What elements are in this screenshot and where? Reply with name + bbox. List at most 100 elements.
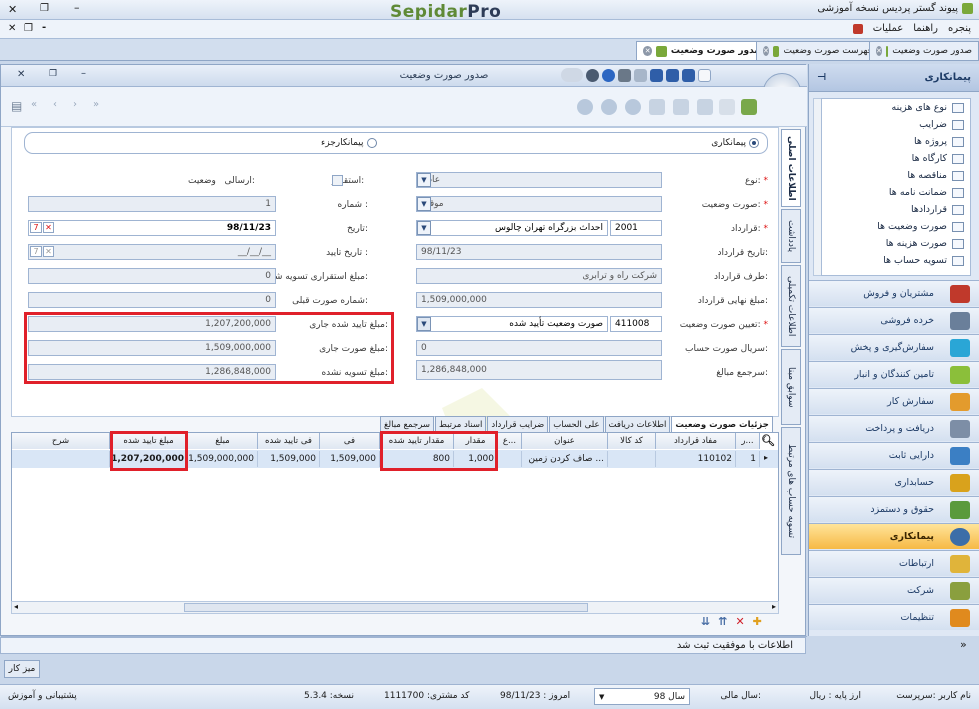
grid-search-icon[interactable]: 🔍︎ bbox=[761, 434, 775, 447]
move-up-icon[interactable]: ⇈ bbox=[718, 615, 727, 628]
clear-date-icon[interactable]: ✕ bbox=[43, 222, 54, 233]
col-item-code[interactable]: کد کالا bbox=[608, 433, 656, 449]
window-close-icon[interactable]: ✕ bbox=[17, 69, 25, 80]
cell-item-code[interactable] bbox=[608, 451, 656, 467]
cell-approved-price[interactable]: 1,509,000 bbox=[258, 451, 320, 467]
tab-receipt-info[interactable]: اطلاعات دریافت bbox=[604, 416, 671, 432]
tab-related-settlements[interactable]: تسویه حساب های مرتبط bbox=[781, 427, 801, 555]
stable-checkbox[interactable] bbox=[332, 175, 343, 186]
nav-company[interactable]: شرکت bbox=[809, 577, 979, 603]
tab-contract-coefficients[interactable]: ضرایب قرارداد bbox=[487, 416, 549, 432]
calendar-icon[interactable]: 7 bbox=[30, 222, 42, 233]
restore-icon[interactable]: ❐ bbox=[40, 3, 49, 14]
tab-close-icon[interactable]: ✕ bbox=[643, 46, 653, 56]
contract-name-field[interactable]: احداث بزرگراه تهران چالوس bbox=[416, 220, 608, 236]
new-icon[interactable] bbox=[698, 68, 711, 82]
support-link[interactable]: پشتیبانی و آموزش bbox=[8, 691, 77, 701]
tree-item-tenders[interactable]: مناقصه ها bbox=[822, 167, 970, 184]
scroll-left-icon[interactable]: ◂ bbox=[14, 602, 18, 611]
tab-sum-amounts[interactable]: سرجمع مبالغ bbox=[380, 416, 435, 432]
nav-contracting[interactable]: پیمانکاری bbox=[809, 523, 979, 549]
tree-item-cost-types[interactable]: نوع های هزینه bbox=[822, 99, 970, 116]
tree-item-coefficients[interactable]: ضرایب bbox=[822, 116, 970, 133]
status-dropdown-icon[interactable]: ▼ bbox=[417, 197, 431, 211]
col-unit[interactable]: ع... bbox=[498, 433, 522, 449]
nav-payroll[interactable]: حقوق و دستمزد bbox=[809, 496, 979, 522]
radio-subcontracting[interactable]: پیمانکارجزء bbox=[321, 138, 377, 148]
nav-accounting[interactable]: حسابداری bbox=[809, 469, 979, 495]
approve-icon[interactable] bbox=[741, 99, 757, 115]
tab-related-docs[interactable]: اسناد مرتبط bbox=[435, 416, 487, 432]
nav-fixed-assets[interactable]: دارایی ثابت bbox=[809, 442, 979, 468]
save-icon[interactable] bbox=[650, 68, 663, 82]
confirm-date-field[interactable]: __/__/__ bbox=[28, 244, 276, 260]
window-restore-icon[interactable]: ❐ bbox=[49, 69, 57, 79]
action-icon-1[interactable] bbox=[577, 99, 593, 115]
doc-tab-issue[interactable]: ✕ صدور صورت وضعیت bbox=[869, 41, 979, 60]
fiscal-year-select[interactable]: ▼ سال 98 bbox=[594, 688, 690, 705]
next-record-icon[interactable]: › bbox=[73, 99, 77, 110]
status-field[interactable]: موقت bbox=[416, 196, 662, 212]
window-minimize-icon[interactable]: – bbox=[81, 68, 86, 79]
nav-communications[interactable]: ارتباطات bbox=[809, 550, 979, 576]
first-record-icon[interactable]: « bbox=[31, 99, 37, 110]
desktop-tab[interactable]: میز کار bbox=[4, 660, 40, 678]
cell-contract-item[interactable]: 110102 bbox=[656, 451, 736, 467]
menu-window[interactable]: پنجره bbox=[948, 23, 971, 34]
radio-dot-on[interactable] bbox=[749, 138, 759, 148]
nav-customers-sales[interactable]: مشتریان و فروش bbox=[809, 280, 979, 306]
col-approved-price[interactable]: فی تایید شده bbox=[258, 433, 320, 449]
add-row-icon[interactable]: ✚ bbox=[753, 615, 762, 628]
tab-main-info[interactable]: اطلاعات اصلی bbox=[781, 129, 801, 207]
tab-base-history[interactable]: سوابق مبنا bbox=[781, 349, 801, 425]
mdi-close-icon[interactable]: ✕ bbox=[8, 23, 16, 34]
calendar-icon[interactable]: 7 bbox=[30, 246, 42, 257]
minimize-icon[interactable]: – bbox=[74, 1, 80, 14]
nav-order-distribution[interactable]: سفارش‌گیری و پخش bbox=[809, 334, 979, 360]
expand-icon[interactable]: » bbox=[960, 638, 967, 651]
col-price[interactable]: فی bbox=[320, 433, 380, 449]
scroll-thumb[interactable] bbox=[184, 603, 588, 612]
options-icon[interactable] bbox=[586, 68, 599, 82]
tree-item-settlements[interactable]: تسویه حساب ها bbox=[822, 252, 970, 269]
tree-item-workshops[interactable]: کارگاه ها bbox=[822, 150, 970, 167]
help-icon[interactable] bbox=[602, 68, 615, 82]
action-icon-3[interactable] bbox=[625, 99, 641, 115]
determine-name-field[interactable]: صورت وضعیت تأیید شده bbox=[416, 316, 608, 332]
tab-extra-info[interactable]: اطلاعات تکمیلی bbox=[781, 265, 801, 347]
scroll-right-icon[interactable]: ▸ bbox=[772, 602, 776, 611]
type-field[interactable]: عادی bbox=[416, 172, 662, 188]
doc-tab-issue-active[interactable]: ✕ صدور صورت وضعیت bbox=[636, 41, 770, 60]
contract-dropdown-icon[interactable]: ▼ bbox=[417, 221, 431, 235]
cell-amount[interactable]: 1,509,000,000 bbox=[188, 451, 258, 467]
mdi-minimize-icon[interactable]: - bbox=[42, 22, 46, 33]
col-contract-item[interactable]: مفاد قرارداد bbox=[656, 433, 736, 449]
doc-tab-list[interactable]: ✕ فهرست صورت وضعیت bbox=[756, 41, 879, 60]
action-icon-6[interactable] bbox=[697, 99, 713, 115]
type-dropdown-icon[interactable]: ▼ bbox=[417, 173, 431, 187]
tab-notes[interactable]: یادداشت bbox=[781, 209, 801, 263]
nav-receipts-payments[interactable]: دریافت و پرداخت bbox=[809, 415, 979, 441]
nav-work-orders[interactable]: سفارش کار bbox=[809, 388, 979, 414]
col-amount[interactable]: مبلغ bbox=[188, 433, 258, 449]
tree-item-projects[interactable]: پروژه ها bbox=[822, 133, 970, 150]
action-icon-5[interactable] bbox=[673, 99, 689, 115]
close-icon[interactable]: ✕ bbox=[8, 3, 17, 16]
pin-icon[interactable]: ⊣ bbox=[817, 72, 826, 83]
cell-title[interactable]: صاف کردن زمین ... bbox=[522, 451, 608, 467]
print-icon[interactable] bbox=[618, 68, 631, 82]
cell-price[interactable]: 1,509,000 bbox=[320, 451, 380, 467]
radio-contracting[interactable]: پیمانکاری bbox=[711, 138, 759, 148]
cell-row[interactable]: 1 bbox=[736, 451, 760, 467]
col-row[interactable]: ر... bbox=[736, 433, 760, 449]
cell-unit[interactable] bbox=[498, 451, 522, 467]
save-close-icon[interactable] bbox=[682, 68, 695, 82]
move-down-icon[interactable]: ⇊ bbox=[701, 615, 710, 628]
tab-close-icon[interactable]: ✕ bbox=[763, 46, 769, 56]
menu-operations[interactable]: عملیات bbox=[873, 23, 904, 34]
tab-advance[interactable]: علی الحساب bbox=[549, 416, 604, 432]
nav-dropdown-icon[interactable] bbox=[561, 68, 583, 82]
grid-horizontal-scrollbar[interactable]: ◂ ▸ bbox=[11, 601, 779, 614]
contract-code-field[interactable]: 2001 bbox=[610, 220, 662, 236]
determine-dropdown-icon[interactable]: ▼ bbox=[417, 317, 431, 331]
